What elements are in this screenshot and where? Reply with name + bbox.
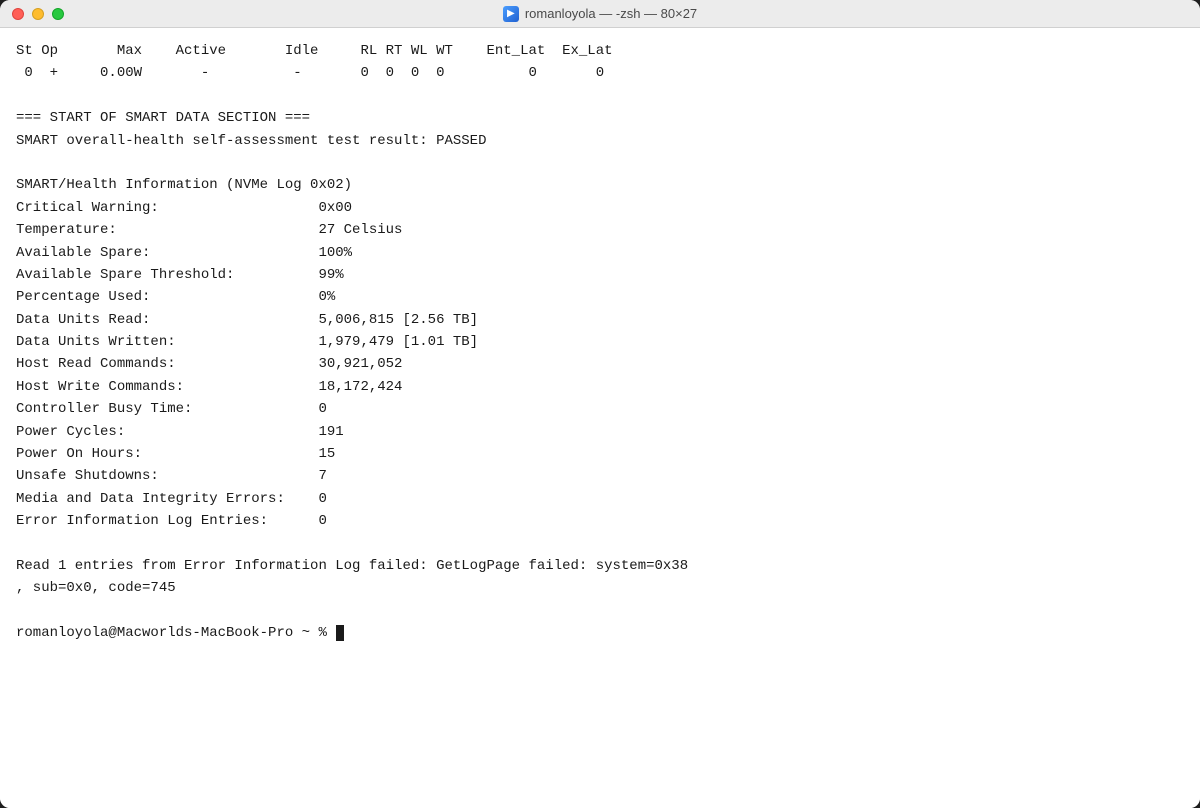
- terminal-line: Host Write Commands: 18,172,424: [16, 376, 1184, 398]
- terminal-line: Critical Warning: 0x00: [16, 197, 1184, 219]
- terminal-line: Controller Busy Time: 0: [16, 398, 1184, 420]
- terminal-line: , sub=0x0, code=745: [16, 577, 1184, 599]
- terminal-body[interactable]: St Op Max Active Idle RL RT WL WT Ent_La…: [0, 28, 1200, 808]
- title-text: romanloyola — -zsh — 80×27: [525, 6, 697, 21]
- terminal-line: === START OF SMART DATA SECTION ===: [16, 107, 1184, 129]
- terminal-line: Available Spare: 100%: [16, 242, 1184, 264]
- terminal-line-empty: [16, 533, 1184, 555]
- terminal-line: Error Information Log Entries: 0: [16, 510, 1184, 532]
- maximize-button[interactable]: [52, 8, 64, 20]
- terminal-line: Percentage Used: 0%: [16, 286, 1184, 308]
- terminal-line-empty: [16, 152, 1184, 174]
- terminal-line: St Op Max Active Idle RL RT WL WT Ent_La…: [16, 40, 1184, 62]
- terminal-line: Data Units Read: 5,006,815 [2.56 TB]: [16, 309, 1184, 331]
- terminal-line: Available Spare Threshold: 99%: [16, 264, 1184, 286]
- terminal-line: Read 1 entries from Error Information Lo…: [16, 555, 1184, 577]
- terminal-line: SMART overall-health self-assessment tes…: [16, 130, 1184, 152]
- titlebar: ▶ romanloyola — -zsh — 80×27: [0, 0, 1200, 28]
- terminal-line: Data Units Written: 1,979,479 [1.01 TB]: [16, 331, 1184, 353]
- terminal-line-empty: [16, 600, 1184, 622]
- minimize-button[interactable]: [32, 8, 44, 20]
- terminal-line: SMART/Health Information (NVMe Log 0x02): [16, 174, 1184, 196]
- terminal-line: Temperature: 27 Celsius: [16, 219, 1184, 241]
- terminal-cursor: [336, 625, 344, 641]
- terminal-prompt-line: romanloyola@Macworlds-MacBook-Pro ~ %: [16, 622, 1184, 644]
- terminal-line: Power Cycles: 191: [16, 421, 1184, 443]
- terminal-line: Unsafe Shutdowns: 7: [16, 465, 1184, 487]
- terminal-line: Power On Hours: 15: [16, 443, 1184, 465]
- traffic-lights: [12, 8, 64, 20]
- terminal-window: ▶ romanloyola — -zsh — 80×27 St Op Max A…: [0, 0, 1200, 808]
- terminal-line: 0 + 0.00W - - 0 0 0 0 0 0: [16, 62, 1184, 84]
- close-button[interactable]: [12, 8, 24, 20]
- window-title: ▶ romanloyola — -zsh — 80×27: [503, 6, 697, 22]
- terminal-line: Host Read Commands: 30,921,052: [16, 353, 1184, 375]
- terminal-line-empty: [16, 85, 1184, 107]
- terminal-icon: ▶: [503, 6, 519, 22]
- terminal-line: Media and Data Integrity Errors: 0: [16, 488, 1184, 510]
